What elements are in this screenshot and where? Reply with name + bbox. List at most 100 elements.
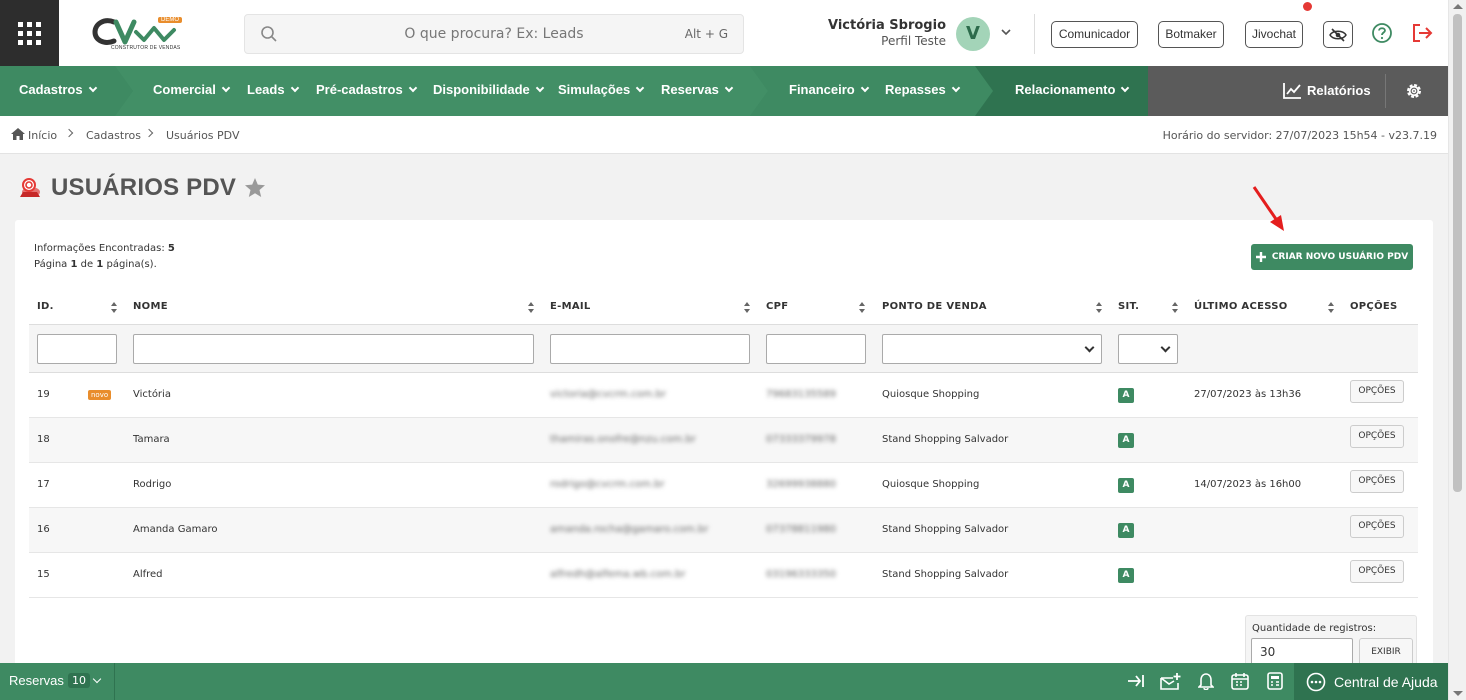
- status-badge: A: [1118, 388, 1134, 403]
- col-ultimo-acesso[interactable]: ÚLTIMO ACESSO: [1194, 301, 1288, 312]
- table-row[interactable]: 19 novo Victória victoria@cvcrm.com.br 7…: [29, 373, 1418, 418]
- breadcrumb-usuarios-pdv: Usuários PDV: [166, 129, 240, 142]
- bottom-bar: Reservas 10 Central de Ajuda: [0, 663, 1448, 700]
- options-button[interactable]: OPÇÕES: [1350, 470, 1404, 493]
- options-button[interactable]: OPÇÕES: [1350, 425, 1404, 448]
- records-input[interactable]: 30: [1251, 638, 1353, 666]
- create-user-pdv-button[interactable]: CRIAR NOVO USUÁRIO PDV: [1251, 244, 1413, 270]
- calendar-icon[interactable]: [1231, 672, 1249, 690]
- new-badge: novo: [88, 390, 112, 400]
- help-icon[interactable]: [1371, 22, 1393, 44]
- sort-icon[interactable]: [1328, 302, 1335, 313]
- cell-pdv: Stand Shopping Salvador: [882, 434, 1009, 445]
- col-nome[interactable]: NOME: [133, 301, 168, 312]
- botmaker-button[interactable]: Botmaker: [1158, 21, 1224, 48]
- filter-pdv-select[interactable]: [882, 334, 1102, 364]
- cell-id: 16: [37, 524, 50, 535]
- collapse-right-icon[interactable]: [1127, 672, 1145, 690]
- cell-name[interactable]: Alfred: [133, 569, 163, 580]
- page-current: 1: [70, 259, 78, 270]
- user-info[interactable]: Victória Sbrogio Perfil Teste: [828, 18, 946, 48]
- store-icon: [20, 178, 40, 197]
- logo-subtitle: CONSTRUTOR DE VENDAS: [111, 45, 181, 51]
- col-situacao[interactable]: SIT.: [1118, 301, 1139, 312]
- table-row[interactable]: 16 Amanda Gamaro amanda.rocha@gamaro.com…: [29, 508, 1418, 553]
- nav-financeiro[interactable]: Financeiro: [789, 82, 869, 97]
- nav-simulacoes[interactable]: Simulações: [558, 82, 645, 97]
- chevron-down-icon[interactable]: [1000, 28, 1012, 36]
- help-center-button[interactable]: Central de Ajuda: [1294, 663, 1448, 700]
- found-label: Informações Encontradas:: [34, 243, 165, 254]
- global-search[interactable]: O que procura? Ex: Leads Alt + G: [244, 14, 744, 54]
- options-button[interactable]: OPÇÕES: [1350, 515, 1404, 538]
- nav-reservas[interactable]: Reservas: [661, 82, 734, 97]
- options-button[interactable]: OPÇÕES: [1350, 560, 1404, 583]
- nav-cadastros[interactable]: Cadastros: [19, 82, 97, 97]
- nav-repasses[interactable]: Repasses: [885, 82, 960, 97]
- nav-leads[interactable]: Leads: [247, 82, 299, 97]
- cell-pdv: Quiosque Shopping: [882, 479, 980, 490]
- sort-icon[interactable]: [1096, 302, 1103, 313]
- show-button[interactable]: EXIBIR: [1359, 638, 1413, 666]
- chevron-right-icon: [144, 128, 154, 138]
- nav-comercial[interactable]: Comercial: [153, 82, 231, 97]
- col-email[interactable]: E-MAIL: [550, 301, 591, 312]
- comunicador-button[interactable]: Comunicador: [1051, 21, 1138, 48]
- found-count: 5: [167, 243, 175, 254]
- filter-email-input[interactable]: [550, 334, 750, 364]
- filter-nome-input[interactable]: [133, 334, 534, 364]
- sort-icon[interactable]: [744, 302, 751, 313]
- filter-sit-select[interactable]: [1118, 334, 1178, 364]
- cell-cpf: 03196333350: [766, 569, 836, 580]
- logout-icon[interactable]: [1410, 22, 1434, 44]
- table-row[interactable]: 17 Rodrigo rodrigo@cvcrm.com.br 32699938…: [29, 463, 1418, 508]
- col-cpf[interactable]: CPF: [766, 301, 788, 312]
- col-ponto-de-venda[interactable]: PONTO DE VENDA: [882, 301, 987, 312]
- page-total: 1: [96, 259, 104, 270]
- notification-dot: [1303, 2, 1312, 11]
- table-row[interactable]: 18 Tamara thamiras.onofre@nzu.com.br 073…: [29, 418, 1418, 463]
- cell-email: amanda.rocha@gamaro.com.br: [550, 524, 709, 535]
- nav-relacionamento[interactable]: Relacionamento: [1015, 82, 1130, 97]
- breadcrumb-inicio[interactable]: Início: [28, 129, 57, 142]
- filter-id-input[interactable]: [37, 334, 117, 364]
- mail-add-icon[interactable]: [1160, 672, 1182, 691]
- cell-name[interactable]: Tamara: [133, 434, 170, 445]
- sort-icon[interactable]: [1172, 302, 1179, 313]
- scroll-up-arrow[interactable]: [1453, 4, 1463, 9]
- gear-icon[interactable]: [1404, 81, 1424, 101]
- options-button[interactable]: OPÇÕES: [1350, 380, 1404, 403]
- filter-cpf-input[interactable]: [766, 334, 866, 364]
- page-suffix: página(s).: [106, 259, 157, 270]
- scrollbar-thumb[interactable]: [1453, 14, 1462, 492]
- reservas-panel-toggle[interactable]: Reservas 10: [0, 663, 115, 700]
- nav-pre-cadastros[interactable]: Pré-cadastros: [316, 82, 417, 97]
- cell-name[interactable]: Rodrigo: [133, 479, 171, 490]
- breadcrumb-cadastros[interactable]: Cadastros: [86, 129, 141, 142]
- star-icon[interactable]: [244, 177, 266, 198]
- page-title: USUÁRIOS PDV: [51, 174, 237, 201]
- apps-menu-button[interactable]: [0, 0, 59, 66]
- col-id[interactable]: ID.: [37, 301, 54, 312]
- main-navigation: Cadastros Comercial Leads Pré-cadastros …: [0, 66, 1448, 116]
- jivochat-button[interactable]: Jivochat: [1245, 21, 1303, 48]
- bell-icon[interactable]: [1198, 672, 1214, 690]
- sort-icon[interactable]: [859, 302, 866, 313]
- scroll-down-arrow[interactable]: [1453, 691, 1463, 696]
- grid-icon: [18, 21, 41, 45]
- sort-icon[interactable]: [111, 302, 118, 313]
- cell-name[interactable]: Victória: [133, 389, 171, 400]
- vertical-scrollbar[interactable]: [1448, 0, 1466, 700]
- hide-values-button[interactable]: [1323, 21, 1353, 48]
- home-icon[interactable]: [11, 128, 25, 140]
- calculator-icon[interactable]: [1267, 672, 1283, 690]
- nav-disponibilidade[interactable]: Disponibilidade: [433, 82, 545, 97]
- avatar[interactable]: V: [956, 17, 990, 51]
- records-per-page: Quantidade de registros: 30 EXIBIR: [1245, 615, 1417, 670]
- table-row[interactable]: 15 Alfred alfredh@alfema.wb.com.br 03196…: [29, 553, 1418, 598]
- user-name: Victória Sbrogio: [827, 18, 946, 33]
- nav-relatorios[interactable]: Relatórios: [1283, 82, 1371, 99]
- sort-icon[interactable]: [528, 302, 535, 313]
- cell-name[interactable]: Amanda Gamaro: [133, 524, 217, 535]
- search-input[interactable]: O que procura? Ex: Leads: [245, 26, 743, 42]
